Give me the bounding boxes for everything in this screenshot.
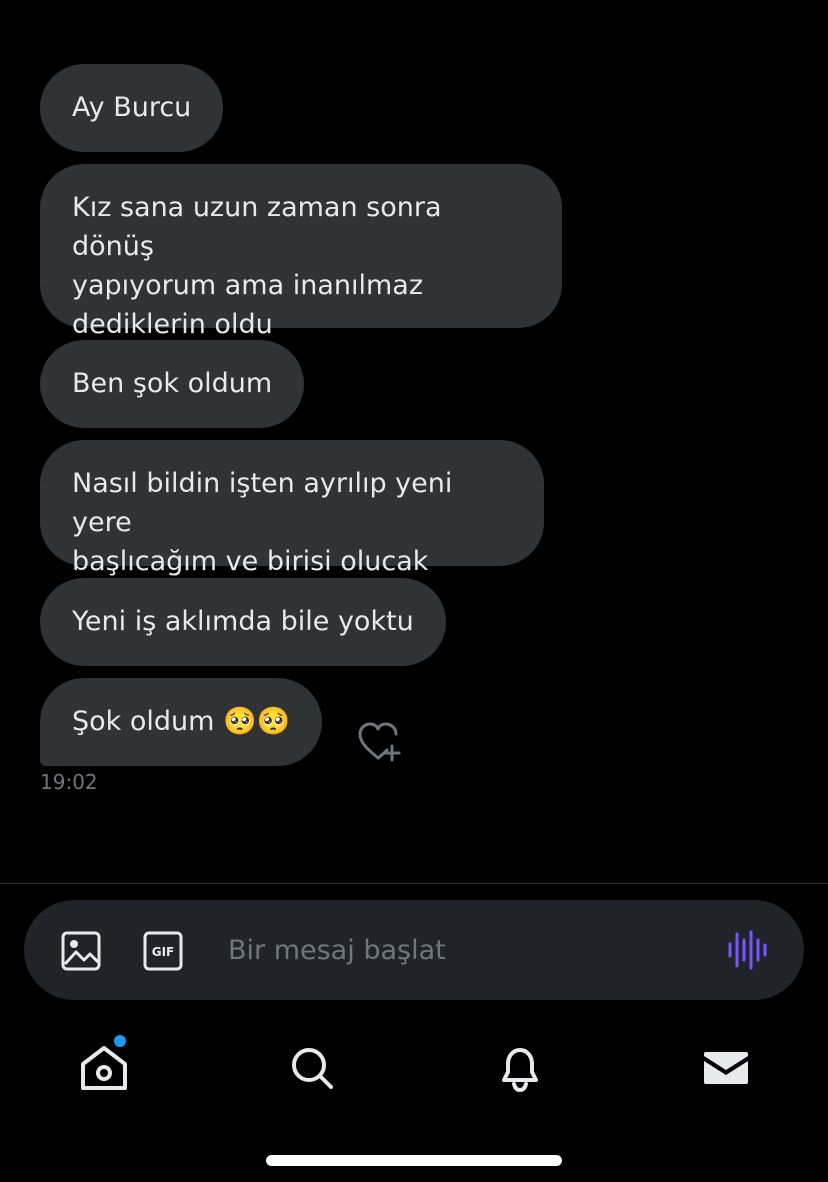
message-composer: GIF — [24, 900, 804, 1000]
home-notification-dot — [114, 1035, 126, 1047]
home-icon[interactable] — [78, 1042, 130, 1094]
composer-divider — [0, 883, 828, 884]
message-bubble[interactable]: Şok oldum 🥺🥺 — [40, 678, 323, 766]
gif-label: GIF — [152, 945, 175, 959]
mail-icon[interactable] — [700, 1042, 752, 1094]
search-icon[interactable] — [286, 1042, 338, 1094]
message-bubble[interactable]: Nasıl bildin işten ayrılıp yeni yere baş… — [40, 440, 544, 616]
message-bubble[interactable]: Ben şok oldum — [40, 340, 305, 428]
voice-waveform-icon[interactable] — [726, 930, 770, 970]
message-input[interactable] — [228, 926, 698, 974]
message-timestamp: 19:02 — [40, 770, 98, 794]
previous-content-cutoff: ·· · — [330, 0, 510, 4]
heart-plus-icon[interactable] — [356, 720, 402, 764]
bell-icon[interactable] — [494, 1042, 546, 1094]
message-bubble[interactable]: Yeni iş aklımda bile yoktu — [40, 578, 446, 666]
gif-icon[interactable]: GIF — [142, 930, 184, 972]
message-bubble[interactable]: Ay Burcu — [40, 64, 224, 152]
image-icon[interactable] — [60, 930, 102, 972]
home-indicator — [266, 1155, 562, 1166]
message-bubble[interactable]: Kız sana uzun zaman sonra dönüş yapıyoru… — [40, 164, 562, 340]
